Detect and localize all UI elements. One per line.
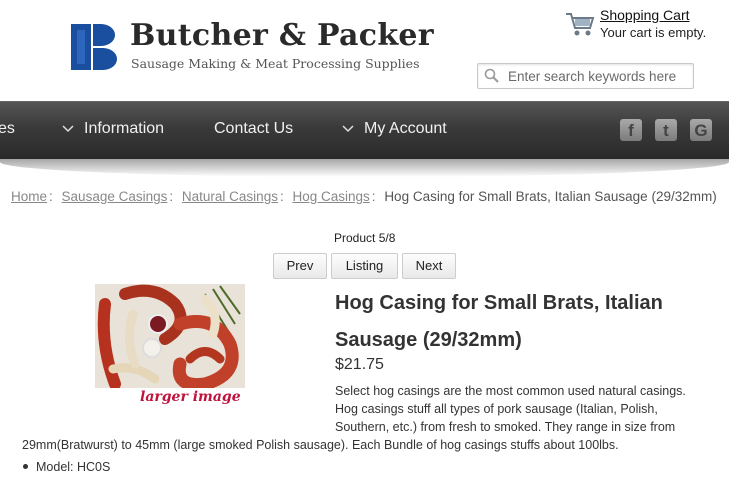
next-button[interactable]: Next bbox=[402, 253, 456, 279]
product-model: Model: HC0S bbox=[20, 460, 110, 474]
nav-item-my-account[interactable]: My Account bbox=[364, 120, 447, 138]
product-title: Hog Casing for Small Brats, Italian Saus… bbox=[335, 292, 663, 351]
nav-item-contact-us[interactable]: Contact Us bbox=[214, 120, 293, 138]
nav-shadow bbox=[0, 159, 729, 177]
search-input[interactable] bbox=[508, 67, 688, 86]
facebook-icon[interactable]: f bbox=[620, 119, 642, 141]
nav-item-cut-off[interactable]: es bbox=[0, 120, 15, 138]
larger-image-link[interactable]: larger image bbox=[140, 389, 241, 405]
product-description: Select hog casings are the most common u… bbox=[335, 384, 686, 434]
product-count: Product 5/8 bbox=[334, 231, 396, 245]
search-box bbox=[477, 63, 694, 89]
main-nav: es Information Contact Us My Account f t… bbox=[0, 101, 729, 159]
breadcrumb-natural-casings[interactable]: Natural Casings bbox=[182, 189, 278, 204]
brand-name[interactable]: Butcher & Packer bbox=[130, 18, 434, 53]
product-description-continued: 29mm(Bratwurst) to 45mm (large smoked Po… bbox=[22, 438, 619, 452]
breadcrumb-sausage-casings[interactable]: Sausage Casings bbox=[62, 189, 168, 204]
model-text: Model: HC0S bbox=[36, 460, 111, 474]
breadcrumb-home[interactable]: Home bbox=[11, 189, 47, 204]
chevron-down-icon bbox=[342, 125, 354, 133]
breadcrumb: Home: Sausage Casings: Natural Casings: … bbox=[11, 189, 717, 204]
breadcrumb-hog-casings[interactable]: Hog Casings bbox=[292, 189, 369, 204]
logo-icon bbox=[71, 24, 117, 70]
product-price: $21.75 bbox=[335, 356, 384, 373]
shopping-cart-link[interactable]: Shopping Cart bbox=[600, 7, 690, 23]
google-icon[interactable]: G bbox=[690, 119, 712, 141]
search-icon bbox=[484, 68, 499, 83]
listing-button[interactable]: Listing bbox=[331, 253, 398, 279]
product-image[interactable] bbox=[95, 284, 245, 388]
chevron-down-icon bbox=[62, 125, 74, 133]
brand-tagline: Sausage Making & Meat Processing Supplie… bbox=[131, 56, 420, 71]
nav-item-information[interactable]: Information bbox=[84, 120, 164, 138]
bullet-icon bbox=[23, 464, 28, 470]
prev-button[interactable]: Prev bbox=[273, 253, 327, 279]
cart-status: Your cart is empty. bbox=[600, 25, 707, 40]
twitter-icon[interactable]: t bbox=[655, 119, 677, 141]
shopping-cart-icon[interactable] bbox=[565, 10, 595, 38]
breadcrumb-current: Hog Casing for Small Brats, Italian Saus… bbox=[384, 189, 717, 204]
